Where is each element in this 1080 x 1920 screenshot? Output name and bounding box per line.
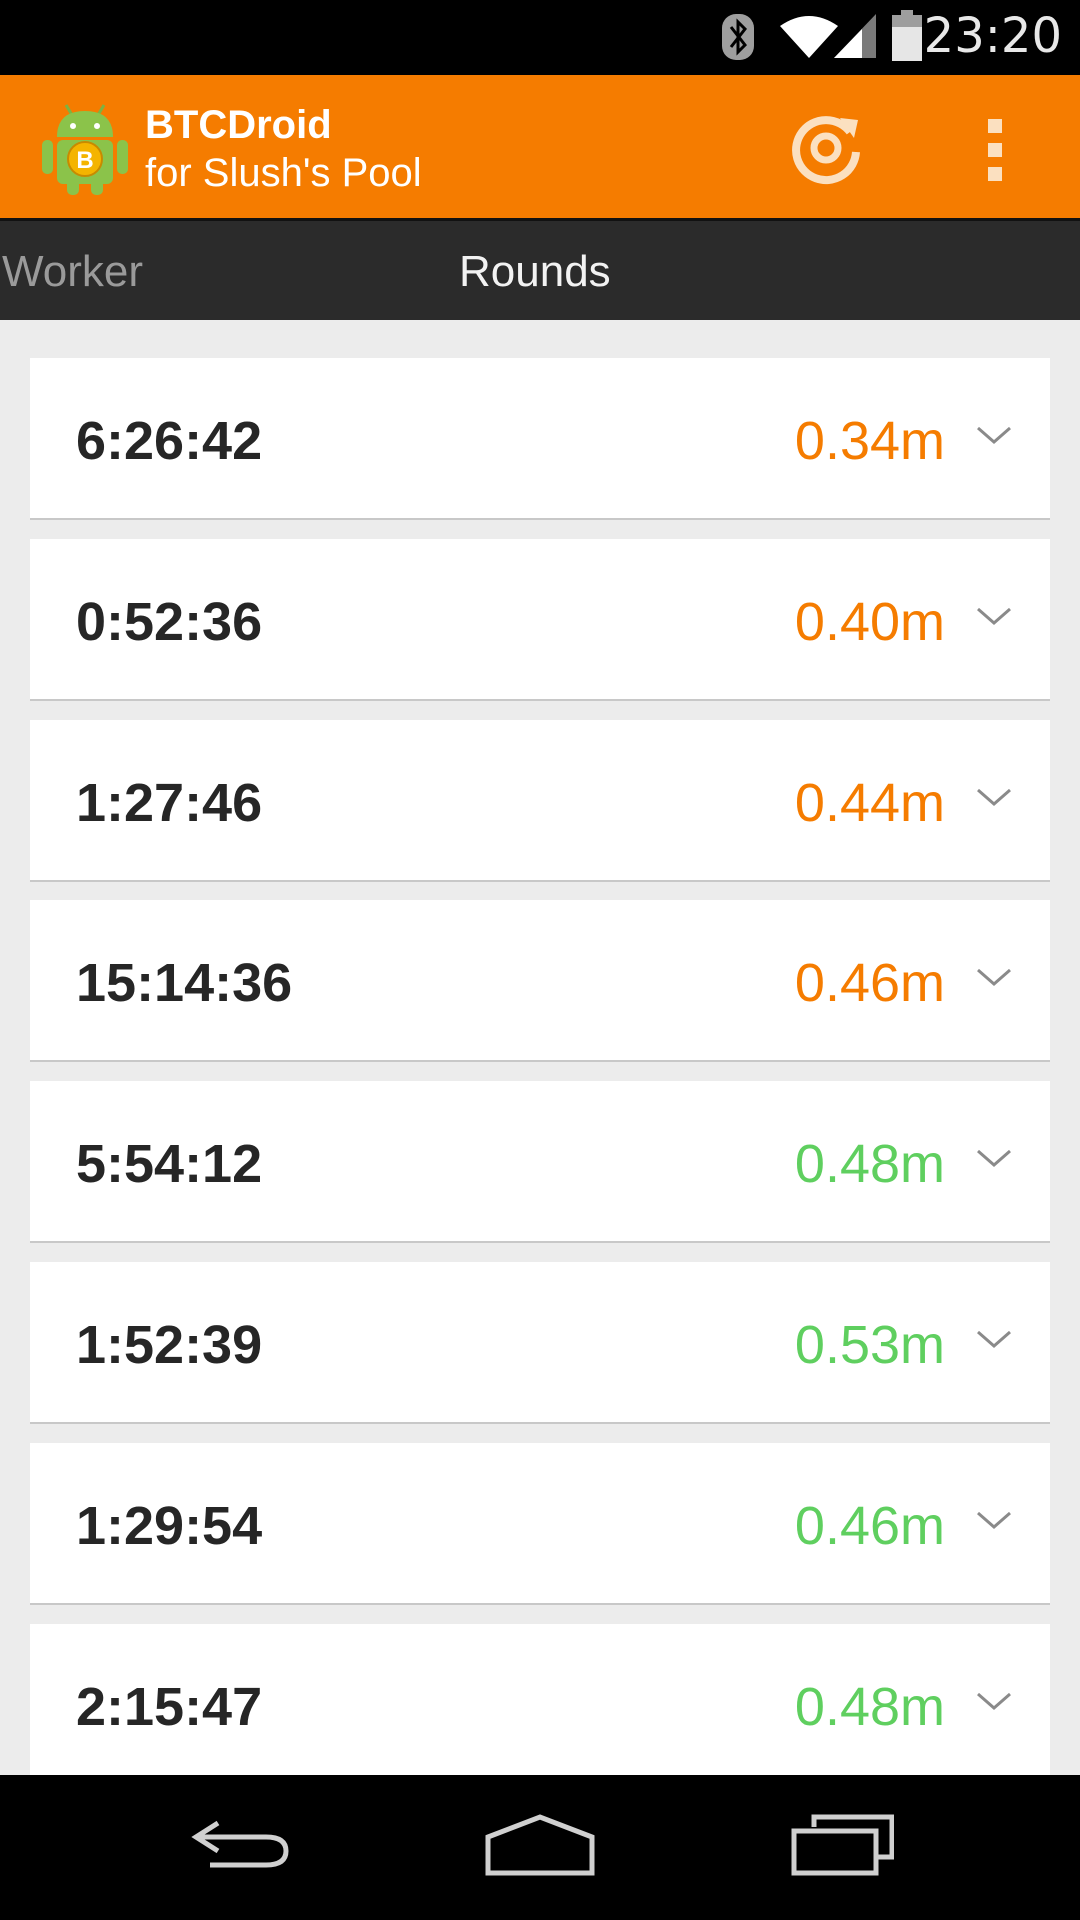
home-icon[interactable]: [484, 1813, 596, 1877]
status-bar: 23:20: [0, 0, 1080, 75]
round-duration: 1:29:54: [76, 1496, 263, 1556]
round-duration: 5:54:12: [76, 1134, 263, 1194]
signal-icon: [834, 14, 876, 58]
chevron-down-icon[interactable]: [976, 786, 1012, 810]
bluetooth-icon: [722, 14, 754, 60]
tab-worker[interactable]: Worker: [2, 247, 143, 297]
round-card[interactable]: 15:14:36 0.46m: [30, 900, 1050, 1062]
round-value: 0.46m: [794, 1496, 945, 1556]
round-card[interactable]: 1:29:54 0.46m: [30, 1443, 1050, 1605]
round-card[interactable]: 5:54:12 0.48m: [30, 1081, 1050, 1243]
round-value: 0.48m: [794, 1677, 945, 1737]
tab-rounds[interactable]: Rounds: [459, 247, 611, 297]
round-value: 0.53m: [794, 1315, 945, 1375]
chevron-down-icon[interactable]: [976, 966, 1012, 990]
round-card[interactable]: 6:26:42 0.34m: [30, 358, 1050, 520]
round-value: 0.40m: [794, 592, 945, 652]
round-duration: 6:26:42: [76, 411, 263, 471]
round-duration: 1:27:46: [76, 773, 263, 833]
round-card[interactable]: 1:52:39 0.53m: [30, 1262, 1050, 1424]
app-subtitle: for Slush's Pool: [145, 151, 422, 195]
navigation-bar: [0, 1775, 1080, 1920]
tab-bar: Worker Rounds: [0, 218, 1080, 320]
chevron-down-icon[interactable]: [976, 605, 1012, 629]
round-duration: 2:15:47: [76, 1677, 263, 1737]
overflow-menu-icon[interactable]: [980, 115, 1010, 185]
round-card[interactable]: 1:27:46 0.44m: [30, 720, 1050, 882]
round-value: 0.48m: [794, 1134, 945, 1194]
chevron-down-icon[interactable]: [976, 1147, 1012, 1171]
round-value: 0.44m: [794, 773, 945, 833]
status-time: 23:20: [923, 8, 1062, 64]
round-card[interactable]: 0:52:36 0.40m: [30, 539, 1050, 701]
app-title: BTCDroid: [145, 103, 332, 147]
app-logo-icon: B: [42, 104, 128, 195]
wifi-icon: [780, 16, 838, 58]
refresh-icon[interactable]: [788, 110, 864, 186]
round-duration: 0:52:36: [76, 592, 263, 652]
battery-icon: [892, 10, 922, 61]
rounds-list: 6:26:42 0.34m 0:52:36 0.40m 1:27:46 0.44…: [0, 320, 1080, 1775]
svg-text:B: B: [76, 147, 93, 174]
round-duration: 15:14:36: [76, 953, 293, 1013]
chevron-down-icon[interactable]: [976, 1328, 1012, 1352]
chevron-down-icon[interactable]: [976, 1690, 1012, 1714]
action-bar: B BTCDroid for Slush's Pool: [0, 75, 1080, 218]
chevron-down-icon[interactable]: [976, 424, 1012, 448]
round-value: 0.46m: [794, 953, 945, 1013]
round-card[interactable]: 2:15:47 0.48m: [30, 1624, 1050, 1775]
back-icon[interactable]: [188, 1813, 292, 1873]
round-duration: 1:52:39: [76, 1315, 263, 1375]
chevron-down-icon[interactable]: [976, 1509, 1012, 1533]
recents-icon[interactable]: [790, 1813, 894, 1877]
round-value: 0.34m: [794, 411, 945, 471]
